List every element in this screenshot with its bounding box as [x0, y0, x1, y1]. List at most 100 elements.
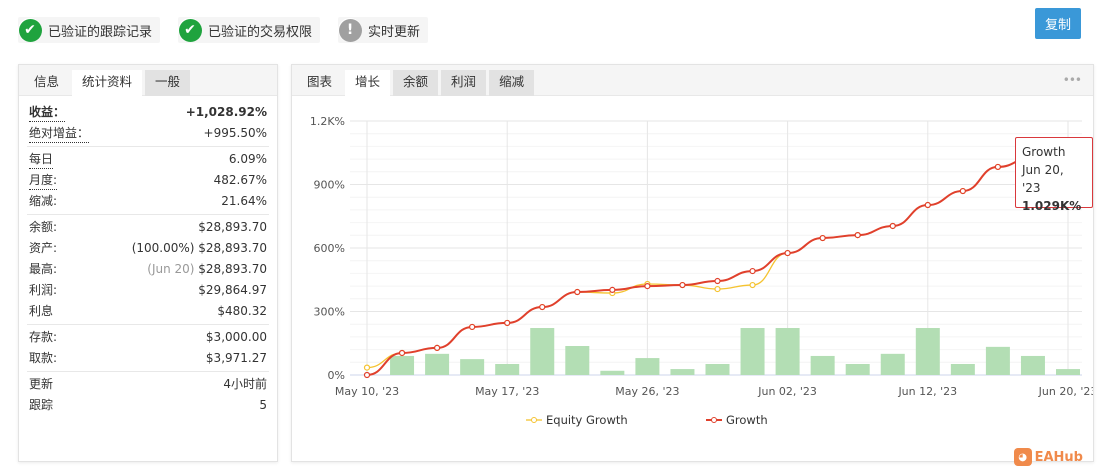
y-tick-label: 0% — [328, 369, 345, 382]
data-point — [714, 285, 721, 293]
stat-label: 利息 — [29, 304, 54, 318]
tooltip-date: Jun 20, '23 — [1022, 163, 1064, 195]
stat-value: 482.67% — [213, 173, 267, 187]
stat-value: +995.50% — [203, 126, 267, 140]
legend-label[interactable]: Equity Growth — [546, 413, 628, 427]
tab-0[interactable]: 图表 — [297, 70, 342, 96]
bar — [460, 359, 485, 375]
stat-row: 资产: (100.00%) $28,893.70 — [27, 238, 269, 259]
stat-row: 月度: 482.67% — [27, 170, 269, 191]
stat-row: 最高: (Jun 20) $28,893.70 — [27, 259, 269, 280]
stat-value: 6.09% — [228, 152, 267, 166]
stat-row: 利润: $29,864.97 — [27, 280, 269, 301]
bar — [845, 363, 870, 375]
stat-row: 存款: $3,000.00 — [27, 327, 269, 348]
y-tick-label: 300% — [314, 306, 345, 319]
stat-value: +1,028.92% — [185, 105, 267, 119]
stats-group: 更新 4小时前 跟踪 5 — [27, 372, 269, 418]
bar — [705, 363, 730, 375]
legend-label[interactable]: Growth — [726, 413, 768, 427]
tab-4[interactable]: 缩减 — [489, 70, 535, 96]
exclamation-icon: ! — [338, 18, 363, 42]
stats-group: 余额: $28,893.70 资产: (100.00%) $28,893.70 最高: (… — [27, 215, 269, 325]
stat-label: 缩减: — [29, 194, 58, 208]
tab-2[interactable]: 余额 — [393, 70, 439, 96]
logo-text: EAHub — [1034, 449, 1083, 465]
x-tick-label: May 10, '23 — [335, 385, 399, 398]
x-tick-label: May 17, '23 — [475, 385, 539, 398]
stat-label: 每日 — [29, 151, 54, 169]
bar — [390, 355, 415, 375]
stat-row: 收益： +1,028.92% — [27, 102, 269, 123]
stat-value: $28,893.70 — [198, 262, 267, 276]
data-point — [363, 371, 371, 379]
y-tick-label: 600% — [314, 242, 345, 255]
stat-label: 余额: — [29, 220, 58, 234]
bar — [565, 346, 590, 375]
bar — [880, 353, 905, 375]
stats-list: 收益： +1,028.92% 绝对增益： +995.50% 每日 6.09% 月度: 482.… — [19, 96, 277, 418]
stat-label: 资产: — [29, 241, 58, 255]
data-point — [434, 344, 441, 352]
stat-prefix: (Jun 20) — [147, 262, 199, 276]
chart-tooltip: Growth Jun 20, '23 1.029K% — [1015, 137, 1093, 213]
stat-row: 每日 6.09% — [27, 149, 269, 170]
stat-label: 最高: — [29, 262, 58, 276]
data-point — [574, 288, 581, 296]
stats-group: 收益： +1,028.92% 绝对增益： +995.50% — [27, 100, 269, 147]
badge-2: ! 实时更新 — [338, 17, 429, 43]
y-tick-label: 900% — [314, 179, 345, 192]
data-point — [854, 231, 861, 239]
x-tick-label: Jun 12, '23 — [897, 385, 957, 398]
x-tick-label: Jun 02, '23 — [757, 385, 817, 398]
stat-value: $3,971.27 — [205, 351, 267, 365]
stat-label: 存款: — [29, 330, 58, 344]
data-point — [749, 281, 756, 289]
verification-badges: ✔ 已验证的跟踪记录 ✔ 已验证的交易权限 ! 实时更新 — [18, 17, 429, 43]
data-point — [644, 283, 651, 290]
bar — [775, 328, 800, 375]
data-point — [784, 249, 791, 257]
stat-label: 利润: — [29, 283, 58, 297]
stat-label: 月度: — [29, 172, 58, 190]
bar — [1020, 355, 1045, 375]
bar — [495, 363, 520, 375]
tab-1[interactable]: 增长 — [345, 70, 391, 96]
data-point — [363, 364, 371, 371]
growth-chart[interactable]: May 10, '23 May 17, '23 May 26, '23 Jun 02,… — [292, 97, 1093, 461]
stat-label: 绝对增益： — [29, 125, 90, 143]
data-point — [679, 281, 686, 289]
stat-value: $28,893.70 — [198, 220, 267, 234]
stat-value: $3,000.00 — [205, 330, 267, 344]
data-point — [469, 323, 476, 331]
stat-value: 5 — [259, 398, 267, 412]
stat-row: 利息 $480.32 — [27, 301, 269, 322]
stat-label: 取款: — [29, 351, 58, 365]
tab-0[interactable]: 信息 — [24, 70, 69, 96]
data-point — [539, 303, 546, 311]
tab-2[interactable]: 一般 — [145, 70, 191, 96]
more-options-button[interactable]: ••• — [1063, 73, 1082, 87]
stat-value: $28,893.70 — [198, 241, 267, 255]
stat-label: 收益： — [29, 104, 66, 122]
stat-row: 取款: $3,971.27 — [27, 348, 269, 369]
data-point — [924, 201, 931, 209]
stat-row: 更新 4小时前 — [27, 374, 269, 395]
check-icon: ✔ — [178, 18, 203, 42]
bar — [670, 369, 695, 375]
bar — [530, 328, 555, 375]
bar — [600, 370, 625, 375]
badge-1: ✔ 已验证的交易权限 — [178, 17, 321, 43]
check-icon: ✔ — [18, 18, 42, 42]
data-point — [398, 349, 406, 357]
tab-1[interactable]: 统计资料 — [72, 70, 143, 96]
tab-3[interactable]: 利润 — [441, 70, 487, 96]
data-point — [994, 163, 1002, 171]
stat-value: $480.32 — [217, 304, 267, 318]
badge-label: 已验证的跟踪记录 — [48, 24, 153, 40]
bar — [635, 358, 660, 375]
stats-tabs: 信息 统计资料 一般 — [19, 65, 277, 96]
data-point — [749, 267, 756, 275]
copy-button[interactable]: 复制 — [1035, 8, 1081, 39]
legend-marker — [531, 417, 537, 423]
